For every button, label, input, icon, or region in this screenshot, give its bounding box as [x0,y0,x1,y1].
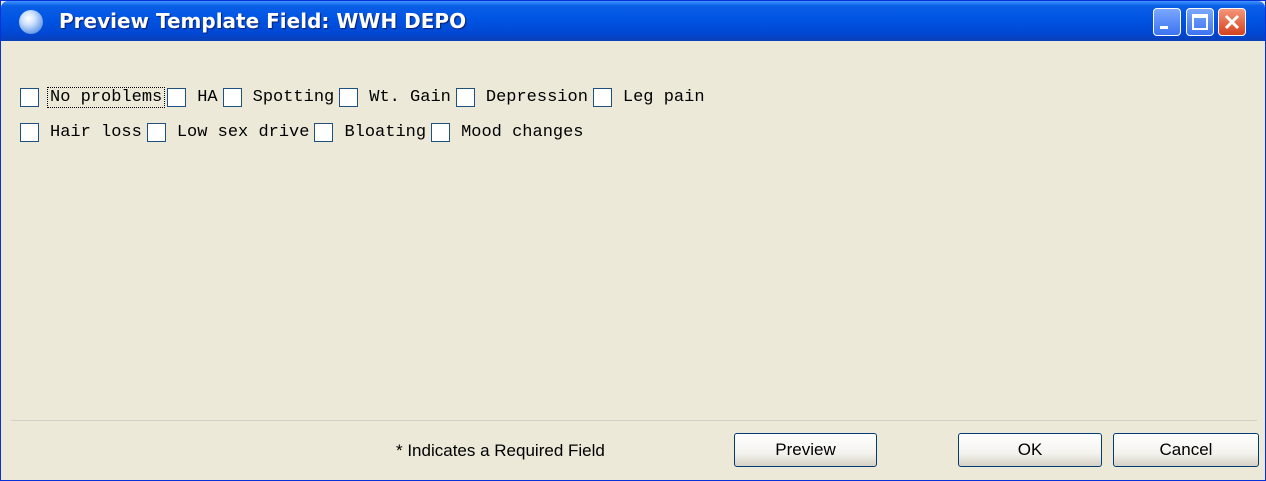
preview-button[interactable]: Preview [734,433,877,467]
checkbox-mood-changes[interactable]: Mood changes [431,122,585,142]
checkbox-label: HA [197,87,218,107]
ok-button[interactable]: OK [958,433,1102,467]
checkbox-no-problems[interactable]: No problems [20,86,166,108]
checkbox-box[interactable] [20,122,39,142]
checkbox-low-sex-drive[interactable]: Low sex drive [146,122,312,142]
dialog-window: Preview Template Field: WWH DEPO No prob… [0,0,1266,481]
checkbox-ha[interactable]: HA [167,87,219,107]
checkbox-box[interactable] [455,87,475,107]
checkbox-box[interactable] [592,87,612,107]
checkbox-box[interactable] [222,87,242,107]
minimize-icon [1160,26,1168,29]
checkbox-label: Wt. Gain [369,87,451,107]
checkbox-box[interactable] [146,122,166,142]
checkbox-label: Hair loss [50,122,142,142]
minimize-button[interactable] [1153,8,1181,36]
checkbox-label: Low sex drive [176,122,310,142]
title-bar[interactable]: Preview Template Field: WWH DEPO [1,1,1265,41]
cancel-button[interactable]: Cancel [1113,433,1259,467]
checkbox-row-2: Hair loss Low sex drive Bloating Mood ch… [20,120,589,144]
maximize-button[interactable] [1186,8,1214,36]
checkbox-box[interactable] [339,87,359,107]
close-button[interactable] [1218,8,1246,36]
checkbox-box[interactable] [20,87,39,107]
app-globe-icon [19,10,43,34]
checkbox-row-1: No problems HA Spotting Wt. Gain Depress… [20,85,710,109]
checkbox-label: Mood changes [461,122,584,142]
checkbox-bloating[interactable]: Bloating [314,122,428,142]
checkbox-label: Leg pain [622,87,705,107]
checkbox-wt-gain[interactable]: Wt. Gain [339,87,453,107]
required-field-note: * Indicates a Required Field [396,441,605,460]
checkbox-leg-pain[interactable]: Leg pain [592,87,707,107]
checkbox-box[interactable] [167,87,187,107]
checkbox-box[interactable] [314,122,334,142]
maximize-icon [1192,14,1208,30]
checkbox-spotting[interactable]: Spotting [222,87,337,107]
checkbox-label: Bloating [344,122,427,142]
close-icon [1224,14,1240,30]
checkbox-label: No problems [46,86,166,108]
checkbox-hair-loss[interactable]: Hair loss [20,122,144,142]
checkbox-label: Depression [485,87,588,107]
checkbox-box[interactable] [431,122,451,142]
window-title: Preview Template Field: WWH DEPO [59,9,467,33]
checkbox-label: Spotting [252,87,335,107]
checkbox-depression[interactable]: Depression [455,87,590,107]
